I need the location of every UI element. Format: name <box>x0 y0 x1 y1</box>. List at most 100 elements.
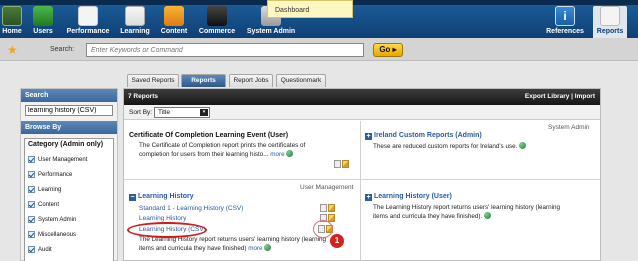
nav-commerce-label: Commerce <box>198 28 236 35</box>
favorites-star-icon[interactable]: ★ <box>7 44 18 56</box>
report-group-learning-history[interactable]: − Learning History <box>129 193 194 201</box>
highlight-circle <box>313 220 333 238</box>
nav-users-label: Users <box>33 28 53 35</box>
checkbox[interactable] <box>28 216 35 223</box>
nav-home-label: Home <box>2 28 22 35</box>
edit-pencil-icon[interactable] <box>342 160 349 168</box>
nav-content-label: Content <box>160 28 188 35</box>
section-label-user-management: User Management <box>300 184 354 191</box>
checkbox[interactable] <box>28 231 35 238</box>
report-title-ireland-label: Ireland Custom Reports (Admin) <box>374 132 482 139</box>
globe-icon <box>264 244 272 251</box>
nav-users[interactable]: Users <box>31 6 55 38</box>
expand-plus-icon[interactable]: + <box>365 133 372 140</box>
nav-reports[interactable]: Reports <box>593 6 627 38</box>
run-report-icon[interactable] <box>320 204 327 212</box>
category-label: Audit <box>38 246 52 253</box>
report-desc-learning-history-user: The Learning History report returns user… <box>373 204 573 221</box>
category-item[interactable]: Content <box>28 197 110 212</box>
report-title-ireland[interactable]: + Ireland Custom Reports (Admin) <box>365 132 482 140</box>
category-item[interactable]: User Management <box>28 152 110 167</box>
nav-references[interactable]: i References <box>545 6 585 38</box>
checkbox[interactable] <box>28 156 35 163</box>
nav-content[interactable]: Content <box>160 6 188 38</box>
report-desc-text: The Learning History report returns user… <box>139 236 327 252</box>
dropdown-arrow-icon: ▾ <box>200 109 208 116</box>
nav-performance[interactable]: Performance <box>66 6 110 38</box>
sort-bar: Sort By: Title ▾ <box>124 105 600 120</box>
go-button[interactable]: Go ▸ <box>373 43 403 57</box>
checkbox[interactable] <box>28 186 35 193</box>
category-filter-box: Category (Admin only) User Management Pe… <box>24 138 114 261</box>
home-icon <box>2 6 22 26</box>
report-desc-certificate: The Certificate of Completion report pri… <box>139 142 314 159</box>
report-title-learning-history-user-label: Learning History (User) <box>374 193 452 200</box>
more-link[interactable]: more <box>270 151 284 158</box>
checkbox[interactable] <box>28 201 35 208</box>
row-divider <box>124 179 600 180</box>
report-desc-ireland: These are reduced custom reports for Ire… <box>373 142 573 151</box>
reports-icon <box>600 6 620 26</box>
tab-saved-reports[interactable]: Saved Reports <box>127 74 179 87</box>
highlight-ellipse <box>127 222 207 238</box>
nav-references-label: References <box>546 28 584 35</box>
dashboard-tooltip[interactable]: Dashboard <box>267 0 353 18</box>
checkbox[interactable] <box>28 246 35 253</box>
category-label: Performance <box>38 171 73 178</box>
left-filter-panel: Search Browse By Category (Admin only) U… <box>20 88 118 261</box>
category-label: Content <box>38 201 60 208</box>
report-title-learning-history-user[interactable]: + Learning History (User) <box>365 193 452 201</box>
keyword-search-input[interactable] <box>86 43 364 57</box>
report-item-standard-1[interactable]: Standard 1 - Learning History (CSV) <box>139 205 243 212</box>
performance-icon <box>78 6 98 26</box>
report-count: 7 Reports <box>128 93 158 100</box>
export-import-links[interactable]: Export Library | Import <box>525 93 595 100</box>
nav-home[interactable]: Home <box>1 6 23 38</box>
expand-plus-icon[interactable]: + <box>365 194 372 201</box>
content-icon <box>164 6 184 26</box>
report-actions <box>334 160 349 168</box>
section-label-system-admin: System Admin <box>548 124 590 131</box>
nav-commerce[interactable]: Commerce <box>198 6 236 38</box>
edit-pencil-icon[interactable] <box>328 214 335 222</box>
edit-pencil-icon[interactable] <box>328 204 335 212</box>
sidebar-search-header: Search <box>21 89 117 102</box>
more-link[interactable]: more <box>248 245 262 252</box>
category-item[interactable]: System Admin <box>28 212 110 227</box>
tab-report-jobs[interactable]: Report Jobs <box>229 74 273 87</box>
category-item[interactable]: Learning <box>28 182 110 197</box>
category-item[interactable]: Performance <box>28 167 110 182</box>
report-title-certificate[interactable]: Certificate Of Completion Learning Event… <box>129 132 288 139</box>
checkbox[interactable] <box>28 171 35 178</box>
report-actions <box>320 204 335 212</box>
report-desc-text: The Learning History report returns user… <box>373 204 561 220</box>
sort-by-select[interactable]: Title ▾ <box>154 107 210 118</box>
report-group-learning-history-label: Learning History <box>138 193 194 200</box>
collapse-minus-icon[interactable]: − <box>129 194 136 201</box>
info-icon: i <box>555 6 575 26</box>
nav-learning[interactable]: Learning <box>120 6 150 38</box>
commerce-icon <box>207 6 227 26</box>
category-item[interactable]: Miscellaneous <box>28 227 110 242</box>
category-title: Category (Admin only) <box>28 141 104 148</box>
sidebar-search-input[interactable] <box>25 105 113 116</box>
globe-icon <box>286 150 294 157</box>
column-divider <box>360 121 361 261</box>
globe-icon <box>519 142 527 149</box>
globe-icon <box>483 212 491 219</box>
reports-header: 7 Reports Export Library | Import <box>124 89 600 105</box>
category-item[interactable]: Audit <box>28 242 110 257</box>
tab-questionmark[interactable]: Questionmark <box>276 74 326 87</box>
step-number-badge: 1 <box>330 234 344 248</box>
category-label: Miscellaneous <box>38 231 77 238</box>
nav-learning-label: Learning <box>120 28 150 35</box>
tab-reports[interactable]: Reports <box>181 74 226 87</box>
category-label: User Management <box>38 156 88 163</box>
browse-by-header: Browse By <box>21 121 117 134</box>
report-item-learning-history[interactable]: Learning History <box>139 215 186 222</box>
run-report-icon[interactable] <box>334 160 341 168</box>
sort-by-label: Sort By: <box>129 109 153 116</box>
nav-reports-label: Reports <box>596 28 624 35</box>
category-label: System Admin <box>38 216 77 223</box>
report-desc-learning-history: The Learning History report returns user… <box>139 236 329 253</box>
